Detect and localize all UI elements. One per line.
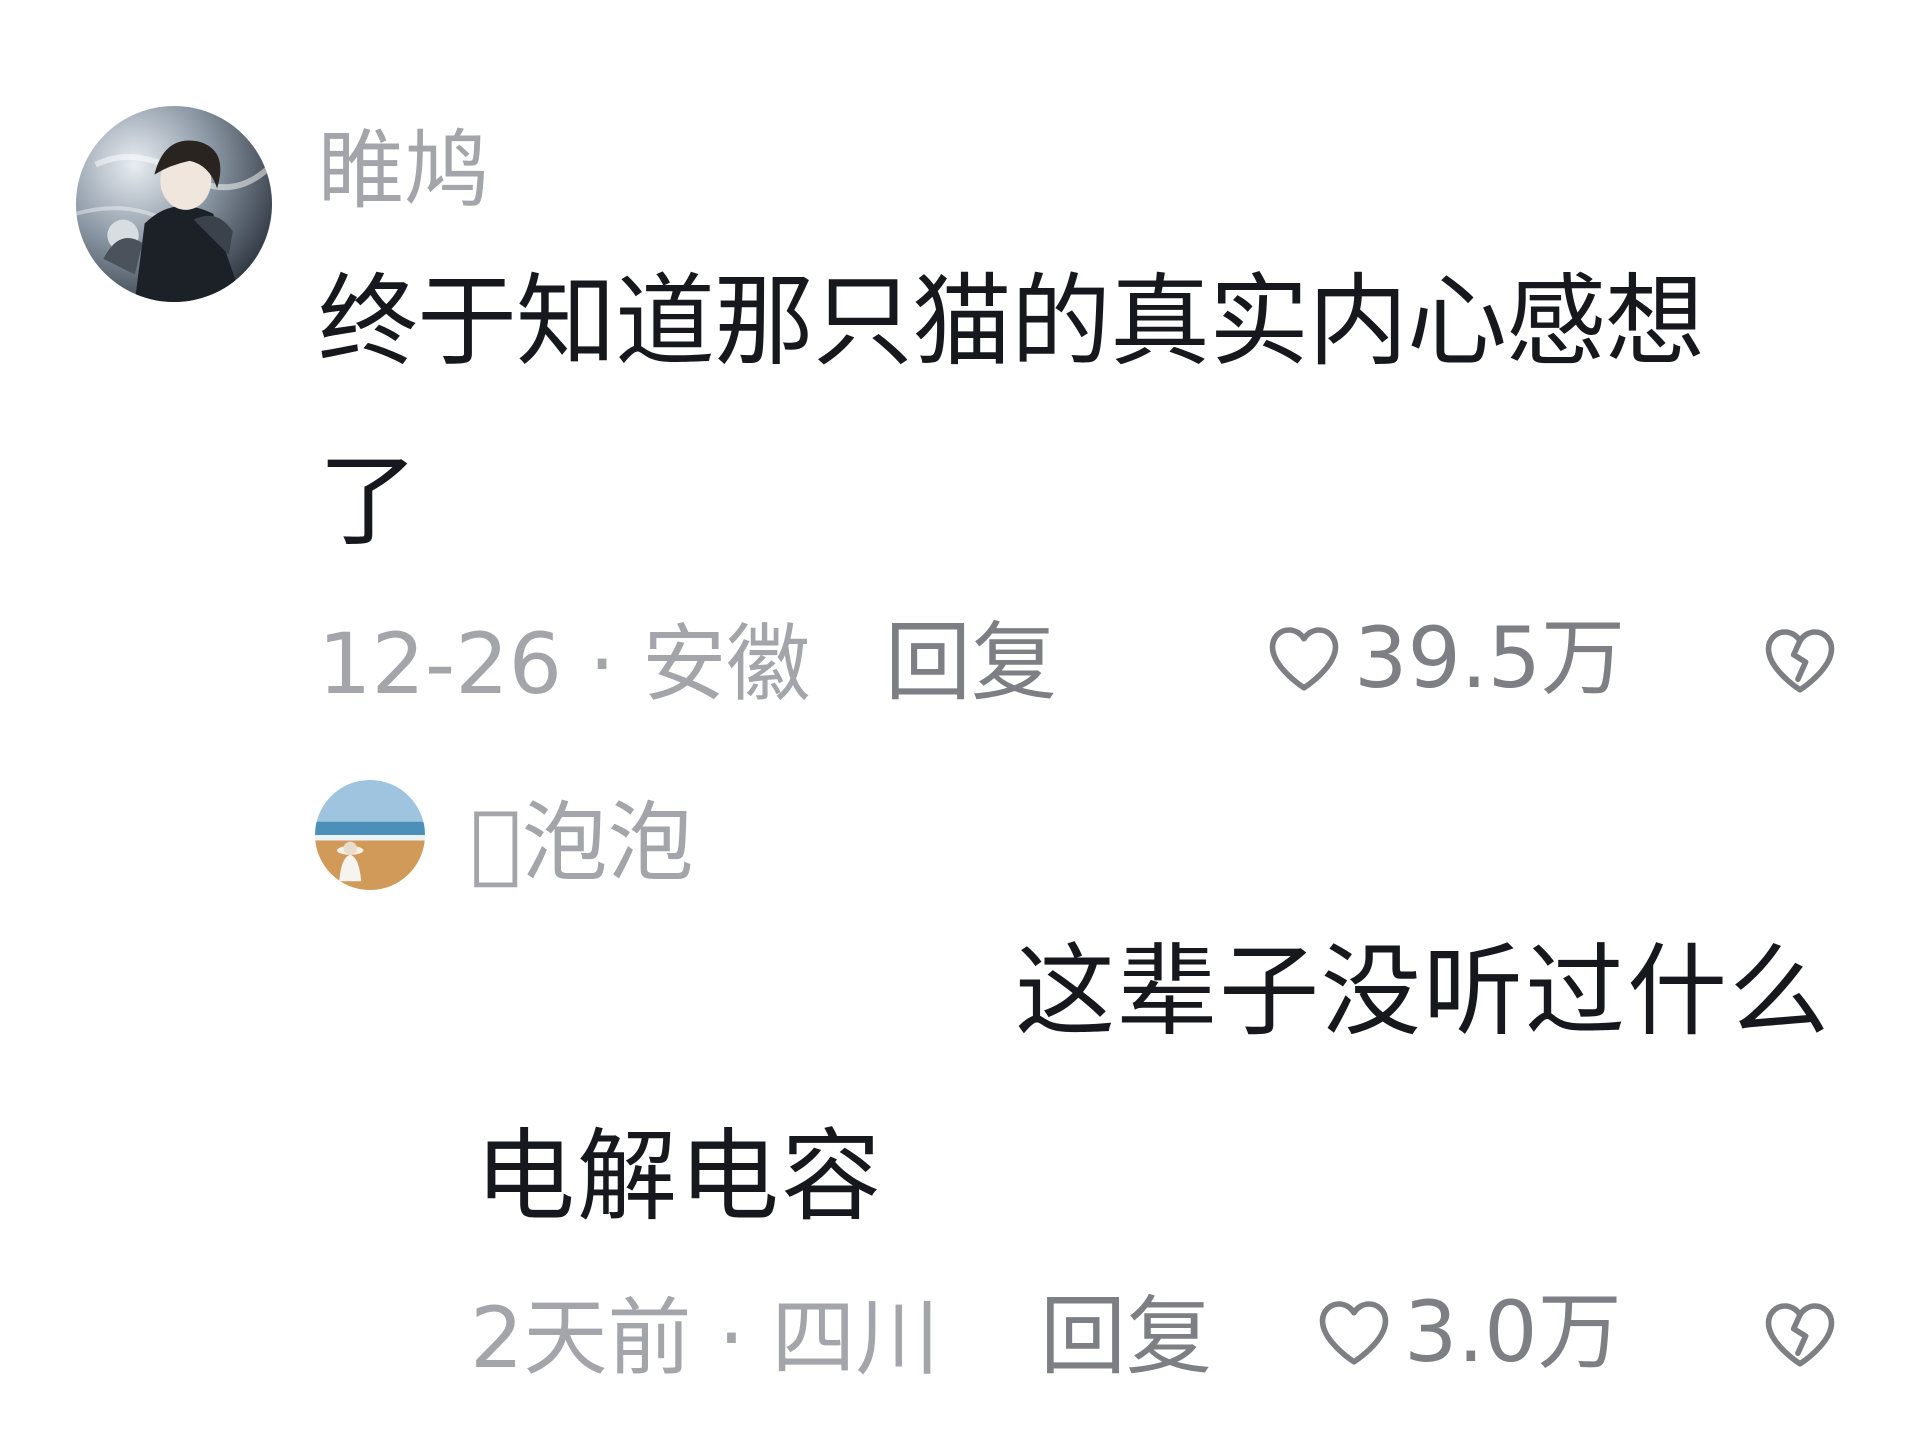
reply-text-line-1: 这辈子没听过什么 [1015,933,1831,1050]
comment-username[interactable]: 睢鸠 [318,128,490,214]
reply-username[interactable]:  泡泡 [470,800,694,886]
avatar-image [76,106,272,302]
comment-text-line-1: 终于知道那只猫的真实内心感想 [318,263,1705,380]
reply-like-button[interactable]: 3.0万 [1312,1290,1622,1374]
reply-button[interactable]: 回复 [885,620,1057,706]
broken-heart-icon[interactable] [1758,1292,1842,1376]
like-count: 3.0万 [1404,1283,1622,1381]
user-avatar[interactable] [76,106,272,302]
reply-user-avatar[interactable] [315,780,425,890]
reply-text-line-2: 电解电容 [475,1118,883,1235]
comment-text-line-2: 了 [318,443,418,560]
avatar-image [315,780,425,890]
like-count: 39.5万 [1354,609,1626,707]
reply-meta: 2天前 · 四川 [470,1289,940,1387]
heart-icon [1269,627,1339,691]
like-button[interactable]: 39.5万 [1262,616,1625,700]
comment-section: 睢鸠 终于知道那只猫的真实内心感想 了 12-26 · 安徽 回复 39.5万 … [0,0,1920,1440]
comment-meta: 12-26 · 安徽 [318,615,811,713]
heart-icon [1319,1301,1389,1365]
broken-heart-icon[interactable] [1758,618,1842,702]
reply-reply-button[interactable]: 回复 [1040,1294,1212,1380]
